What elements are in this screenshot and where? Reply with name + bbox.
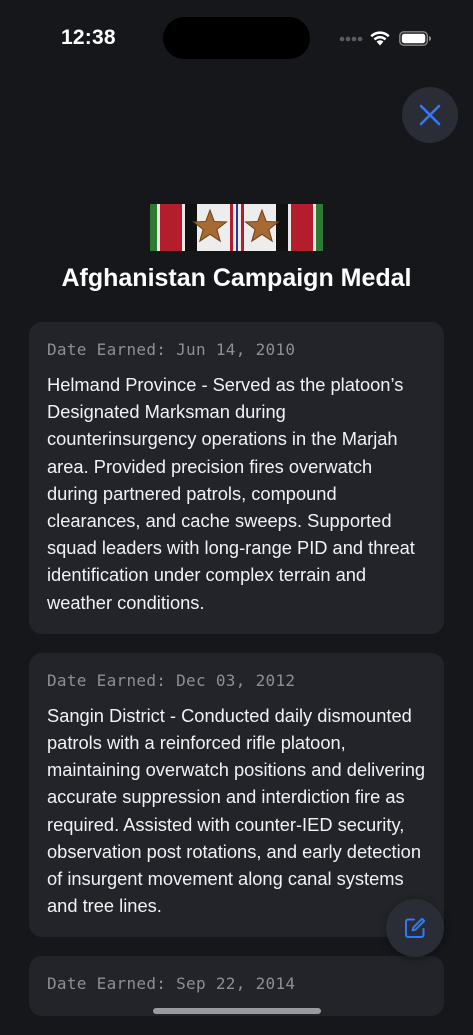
edit-button[interactable] (386, 899, 444, 957)
status-bar: 12:38 (0, 0, 473, 76)
wifi-icon (370, 31, 390, 46)
entry-date: Date Earned: Jun 14, 2010 (47, 340, 296, 359)
close-icon (419, 104, 441, 126)
entry-card[interactable]: Date Earned: Jun 14, 2010 Helmand Provin… (29, 322, 444, 634)
entry-description: Helmand Province - Served as the platoon… (47, 374, 415, 613)
close-button[interactable] (402, 87, 458, 143)
edit-icon (405, 917, 426, 938)
entry-card[interactable]: Date Earned: Dec 03, 2012 Sangin Distric… (29, 652, 444, 938)
signal-icon (339, 36, 363, 42)
entries-list: Date Earned: Jun 14, 2010 Helmand Provin… (29, 322, 444, 1035)
entry-date: Date Earned: Sep 22, 2014 (47, 974, 296, 994)
entry-description: Sangin District - Conducted daily dismou… (47, 704, 426, 917)
entry-date: Date Earned: Dec 03, 2012 (47, 670, 296, 690)
battery-icon (399, 31, 431, 46)
medal-title: Afghanistan Campaign Medal (61, 264, 412, 292)
home-indicator[interactable] (153, 1008, 321, 1014)
dynamic-island (163, 17, 310, 59)
campaign-ribbon-image (150, 204, 323, 251)
status-icons (339, 29, 434, 49)
status-time: 12:38 (61, 26, 116, 49)
